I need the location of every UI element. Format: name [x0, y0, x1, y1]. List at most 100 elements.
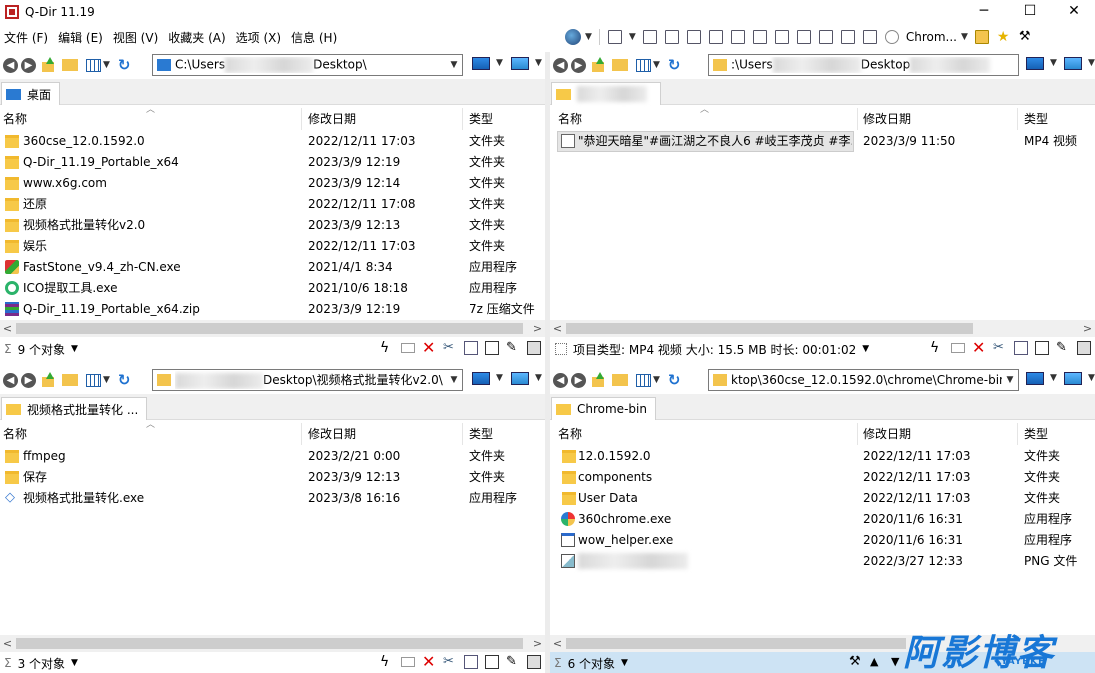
- list-item[interactable]: ◇ 视频格式批量转化.exe 2023/3/8 16:16 应用程序: [0, 488, 545, 509]
- properties-icon[interactable]: [1077, 341, 1091, 355]
- chevron-up-icon[interactable]: ▲: [870, 655, 884, 669]
- col-type[interactable]: 类型: [1021, 423, 1095, 445]
- up-folder-icon[interactable]: [40, 372, 56, 388]
- layout-8-icon[interactable]: [774, 30, 789, 44]
- cut-icon[interactable]: ✂: [443, 341, 457, 355]
- scroll-thumb[interactable]: [16, 323, 523, 334]
- chevron-down-icon[interactable]: ▼: [71, 344, 78, 354]
- mail-icon[interactable]: [401, 657, 415, 667]
- filter-icon[interactable]: ⚒: [849, 655, 863, 669]
- layout-9-icon[interactable]: [796, 30, 811, 44]
- list-item[interactable]: 娱乐 2022/12/11 17:03 文件夹: [0, 236, 545, 257]
- star-icon[interactable]: ★: [996, 30, 1011, 44]
- forward-icon[interactable]: ▶: [21, 372, 36, 388]
- favorites-folder-icon[interactable]: [612, 374, 628, 386]
- chevron-down-icon[interactable]: ▼: [496, 373, 503, 383]
- col-type[interactable]: 类型: [466, 108, 545, 130]
- properties-icon[interactable]: [527, 341, 541, 355]
- favorites-folder-icon[interactable]: [62, 374, 78, 386]
- list-item[interactable]: www.x6g.com 2023/3/9 12:14 文件夹: [0, 173, 545, 194]
- col-date[interactable]: 修改日期: [860, 423, 1018, 445]
- list-item[interactable]: "恭迎天暗星"#画江湖之不良人6 #岐王李茂贞 #李... 2023/3/9 1…: [550, 131, 1095, 152]
- edit-icon[interactable]: ✎: [506, 341, 520, 355]
- chevron-down-icon[interactable]: ▼: [653, 375, 660, 385]
- lightning-icon[interactable]: ϟ: [380, 655, 394, 669]
- address-bar[interactable]: ktop\360cse_12.0.1592.0\chrome\Chrome-bi…: [708, 369, 1019, 391]
- list-item[interactable]: 12.0.1592.0 2022/12/11 17:03 文件夹: [550, 446, 1095, 467]
- monitor-icon[interactable]: [1026, 57, 1044, 70]
- refresh-icon[interactable]: ↻: [668, 56, 681, 74]
- browser-select[interactable]: Chrom...: [906, 30, 957, 44]
- lightning-icon[interactable]: ϟ: [930, 341, 944, 355]
- copy-icon[interactable]: [464, 341, 478, 355]
- back-icon[interactable]: ◀: [3, 57, 18, 73]
- layout-5-icon[interactable]: [708, 30, 723, 44]
- scroll-thumb[interactable]: [566, 323, 973, 334]
- globe-icon[interactable]: [565, 29, 581, 45]
- chevron-down-icon[interactable]: ▼: [446, 60, 462, 70]
- menu-favorites[interactable]: 收藏夹 (A): [164, 26, 231, 50]
- layout-6-icon[interactable]: [730, 30, 745, 44]
- address-bar[interactable]: Desktop\视频格式批量转化v2.0\ ▼: [152, 369, 463, 391]
- list-item[interactable]: components 2022/12/11 17:03 文件夹: [550, 467, 1095, 488]
- up-folder-icon[interactable]: [590, 57, 606, 73]
- browser-icon[interactable]: [884, 30, 899, 44]
- layout-10-icon[interactable]: [818, 30, 833, 44]
- back-icon[interactable]: ◀: [3, 372, 18, 388]
- list-item[interactable]: FastStone_v9.4_zh-CN.exe 2021/4/1 8:34 应…: [0, 257, 545, 278]
- paste-icon[interactable]: [1035, 341, 1049, 355]
- menu-options[interactable]: 选项 (X): [232, 26, 287, 50]
- up-folder-icon[interactable]: [40, 57, 56, 73]
- monitor-alt-icon[interactable]: [1064, 372, 1082, 385]
- col-date[interactable]: 修改日期: [305, 108, 463, 130]
- col-type[interactable]: 类型: [1021, 108, 1095, 130]
- monitor-icon[interactable]: [472, 57, 490, 70]
- scroll-thumb[interactable]: [566, 638, 906, 649]
- cut-icon[interactable]: ✂: [443, 655, 457, 669]
- list-item[interactable]: Q-Dir_11.19_Portable_x64.zip 2023/3/9 12…: [0, 299, 545, 320]
- tab-desktop[interactable]: 桌面: [1, 82, 61, 105]
- view-mode-icon[interactable]: [636, 58, 651, 72]
- list-item[interactable]: Q-Dir_11.19_Portable_x64 2023/3/9 12:19 …: [0, 152, 545, 173]
- menu-view[interactable]: 视图 (V): [109, 26, 164, 50]
- refresh-icon[interactable]: ↻: [668, 371, 681, 389]
- layout-1-icon[interactable]: [607, 30, 622, 44]
- favorites-folder-icon[interactable]: [612, 59, 628, 71]
- chevron-down-icon[interactable]: ▼: [103, 375, 110, 385]
- mail-icon[interactable]: [401, 343, 415, 353]
- scroll-left-icon[interactable]: <: [0, 635, 15, 652]
- layout-4-icon[interactable]: [686, 30, 701, 44]
- chevron-down-icon[interactable]: ▼: [1088, 58, 1095, 68]
- forward-icon[interactable]: ▶: [571, 57, 586, 73]
- up-folder-icon[interactable]: [590, 372, 606, 388]
- col-type[interactable]: 类型: [466, 423, 545, 445]
- copy-icon[interactable]: [1014, 341, 1028, 355]
- forward-icon[interactable]: ▶: [21, 57, 36, 73]
- scroll-left-icon[interactable]: <: [550, 320, 565, 337]
- refresh-icon[interactable]: ↻: [118, 56, 131, 74]
- chevron-down-icon[interactable]: ▼: [862, 344, 869, 354]
- chevron-down-icon[interactable]: ▼: [535, 58, 542, 68]
- chevron-down-icon[interactable]: ▼: [71, 658, 78, 668]
- horizontal-scrollbar[interactable]: < >: [0, 320, 545, 337]
- maximize-button[interactable]: ☐: [1007, 0, 1053, 22]
- view-mode-icon[interactable]: [636, 373, 651, 387]
- mail-icon[interactable]: [951, 343, 965, 353]
- delete-icon[interactable]: ✕: [422, 654, 436, 670]
- address-bar[interactable]: C:\Users Desktop\ ▼: [152, 54, 463, 76]
- col-date[interactable]: 修改日期: [860, 108, 1018, 130]
- monitor-alt-icon[interactable]: [1064, 57, 1082, 70]
- scroll-right-icon[interactable]: >: [530, 320, 545, 337]
- layout-11-icon[interactable]: [840, 30, 855, 44]
- scroll-thumb[interactable]: [16, 638, 523, 649]
- chevron-down-icon[interactable]: ▼: [103, 60, 110, 70]
- edit-icon[interactable]: ✎: [506, 655, 520, 669]
- minimize-button[interactable]: ─: [961, 0, 1007, 22]
- refresh-icon[interactable]: ↻: [118, 371, 131, 389]
- list-item[interactable]: ffmpeg 2023/2/21 0:00 文件夹: [0, 446, 545, 467]
- tab-video-converter[interactable]: 视频格式批量转化 ...: [1, 397, 148, 420]
- chevron-down-icon[interactable]: ▼: [446, 375, 462, 385]
- menu-info[interactable]: 信息 (H): [287, 26, 343, 50]
- monitor-icon[interactable]: [1026, 372, 1044, 385]
- chevron-down-icon[interactable]: ▼: [1050, 58, 1057, 68]
